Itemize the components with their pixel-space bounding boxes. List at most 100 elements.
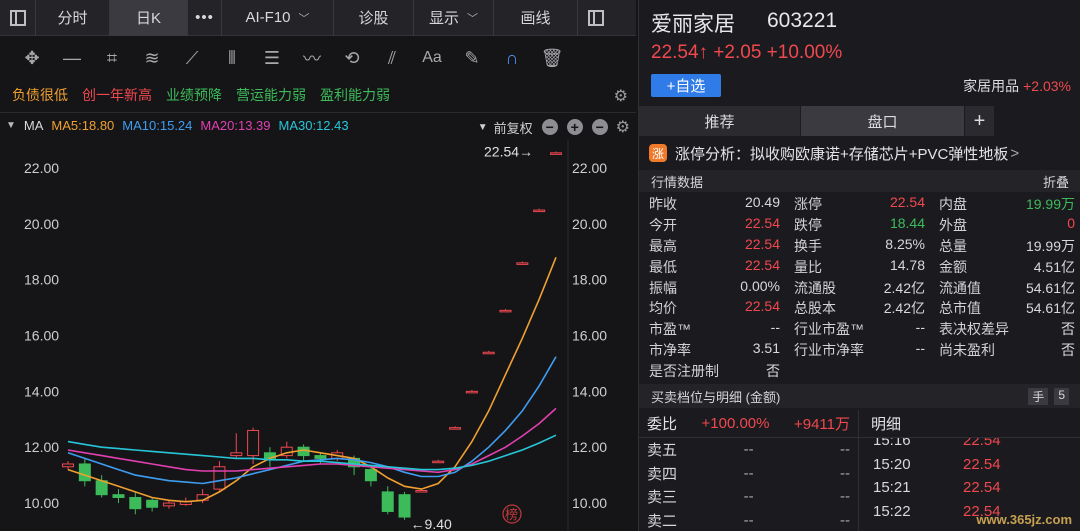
tag-item[interactable]: 业绩预降: [166, 85, 222, 105]
ask-vol: --: [840, 441, 850, 459]
tab-recommend[interactable]: 推荐: [639, 106, 801, 136]
quote-panel: 爱丽家居 603221 22.54↑ +2.05 +10.00% +自选 家居用…: [638, 0, 1080, 531]
ma-label[interactable]: MA: [24, 118, 44, 133]
tab-draw-line[interactable]: 画线: [494, 0, 578, 36]
candle-body: [146, 499, 159, 508]
eraser-icon[interactable]: ✎: [452, 40, 492, 76]
sector-info[interactable]: 家居用品 +2.03%: [963, 76, 1071, 96]
candle-body: [314, 455, 327, 459]
horizontal-line-icon[interactable]: —: [52, 40, 92, 76]
y-tick-label-right: 10.00: [572, 495, 607, 511]
quote-key: 振幅: [649, 279, 677, 296]
fan-line-icon[interactable]: ≋: [132, 40, 172, 76]
cycle-icon[interactable]: ⟲: [332, 40, 372, 76]
fork-icon[interactable]: ⫽: [372, 40, 412, 76]
gear-icon[interactable]: ⚙: [614, 86, 628, 106]
parallel-line-icon[interactable]: ⦀: [212, 40, 252, 76]
minus-icon[interactable]: −: [591, 119, 608, 135]
panel-toggle-right-icon[interactable]: [578, 0, 614, 36]
gear-icon[interactable]: ⚙: [616, 117, 630, 137]
ma-controls: ▼ 前复权 − + − ⚙: [478, 117, 630, 137]
ask-label: 卖二: [647, 512, 678, 530]
quote-key: 行业市净率: [794, 341, 864, 358]
quote-section-header: 行情数据 折叠: [639, 170, 1080, 192]
quote-cell: 金额 4.51亿: [929, 257, 1079, 277]
y-tick-label-left: 10.00: [24, 495, 59, 511]
ratio-label: 委比: [647, 416, 678, 433]
text-icon[interactable]: Aa: [412, 40, 452, 76]
ma20-value: MA20:13.39: [200, 118, 271, 133]
magnet-icon[interactable]: ∩: [492, 40, 532, 76]
sector-name: 家居用品: [963, 78, 1020, 94]
crosshair-icon[interactable]: ✥: [12, 40, 52, 76]
right-tabs: 推荐 盘口 +: [639, 106, 1080, 136]
quote-key: 尚未盈利: [939, 341, 995, 358]
limit-up-analysis[interactable]: 涨 涨停分析：拟收购欧康诺+存储芯片+PVC弹性地板 >: [639, 138, 1080, 168]
ask-vol: --: [840, 464, 850, 482]
candle-body: [415, 490, 428, 493]
quote-row: 昨收 20.49 涨停 22.54 内盘 19.99万: [639, 194, 1080, 215]
display-dropdown[interactable]: 显示 ﹀: [414, 0, 494, 36]
quote-row: 市盈™ -- 行业市盈™ -- 表决权差异 否: [639, 319, 1080, 340]
add-watchlist-button[interactable]: +自选: [651, 74, 721, 97]
tab-diagnose[interactable]: 诊股: [334, 0, 414, 36]
quote-cell: 总量 19.99万: [929, 236, 1079, 256]
y-tick-label-left: 16.00: [24, 328, 59, 344]
quote-row: 最高 22.54 换手 8.25% 总量 19.99万: [639, 236, 1080, 257]
collapse-button[interactable]: 折叠: [1043, 172, 1069, 191]
candlestick-chart[interactable]: 22.00 22.00 20.00 20.00 18.00 18.00 16.00 16.00…: [0, 140, 636, 531]
quote-row: 是否注册制 否: [639, 360, 1080, 381]
candle-body: [381, 491, 394, 512]
unit-hand-button[interactable]: 手: [1028, 387, 1049, 405]
panel-toggle-icon[interactable]: [0, 0, 36, 36]
minus-icon[interactable]: −: [541, 119, 558, 135]
y-tick-label-left: 12.00: [24, 439, 59, 455]
detail-label[interactable]: 明细: [859, 413, 901, 434]
tab-orderbook[interactable]: 盘口: [801, 106, 965, 136]
candle-body: [95, 480, 108, 496]
tag-item[interactable]: 创一年新高: [82, 85, 152, 105]
quote-cell: 总市值 54.61亿: [929, 298, 1079, 318]
ma-collapse-icon[interactable]: ▼: [6, 120, 16, 131]
stock-price: 22.54↑ +2.05 +10.00%: [651, 42, 843, 63]
crop-icon[interactable]: ⌗: [92, 40, 132, 76]
add-tab-icon[interactable]: +: [965, 106, 995, 136]
candle-body: [449, 427, 462, 430]
ask-price: --: [743, 464, 754, 482]
adjust-dropdown-icon[interactable]: ▼: [478, 122, 488, 133]
quote-cell: 最低 22.54: [639, 257, 784, 277]
depth-five-button[interactable]: 5: [1054, 387, 1069, 405]
tag-item[interactable]: 营运能力弱: [236, 85, 306, 105]
tab-ai-f10[interactable]: AI-F10 ﹀: [222, 0, 334, 36]
ratio-row: 委比 +100.00% +9411万 明细: [639, 409, 1080, 438]
tick-vol: 7万: [1043, 438, 1080, 451]
tabs-spacer: [995, 106, 1080, 136]
tag-item[interactable]: 盈利能力弱: [320, 85, 390, 105]
channel-icon[interactable]: ☰: [252, 40, 292, 76]
more-icon[interactable]: •••: [188, 0, 222, 36]
quote-value: --: [770, 319, 780, 336]
ray-line-icon[interactable]: ⟋: [172, 40, 212, 76]
tab-daily-k[interactable]: 日K: [110, 0, 188, 36]
trash-icon[interactable]: 🗑: [532, 40, 572, 76]
ma5-value: MA5:18.80: [51, 118, 115, 133]
quote-cell: 总股本 2.42亿: [784, 298, 929, 318]
high-price-label: 22.54→: [484, 143, 533, 159]
quote-key: 外盘: [939, 217, 967, 234]
wave-icon[interactable]: 〰: [292, 40, 332, 76]
quote-cell: 振幅 0.00%: [639, 278, 784, 298]
tag-item[interactable]: 负债很低: [12, 85, 68, 105]
quote-key: 量比: [794, 258, 822, 275]
quote-key: 均价: [649, 300, 677, 317]
y-tick-label-left: 20.00: [24, 216, 59, 232]
ratio-pct: +100.00%: [701, 415, 770, 432]
orderbook-title: 买卖档位与明细 (金额): [651, 389, 781, 405]
adjust-mode[interactable]: 前复权: [494, 118, 533, 137]
quote-cell: 表决权差异 否: [929, 319, 1079, 339]
tab-timeshare[interactable]: 分时: [36, 0, 110, 36]
quote-cell: 最高 22.54: [639, 236, 784, 256]
plus-icon[interactable]: +: [566, 119, 583, 135]
ask-label: 卖三: [647, 489, 678, 507]
quote-value: 22.54: [744, 235, 780, 252]
quote-value: 0: [1067, 215, 1075, 232]
